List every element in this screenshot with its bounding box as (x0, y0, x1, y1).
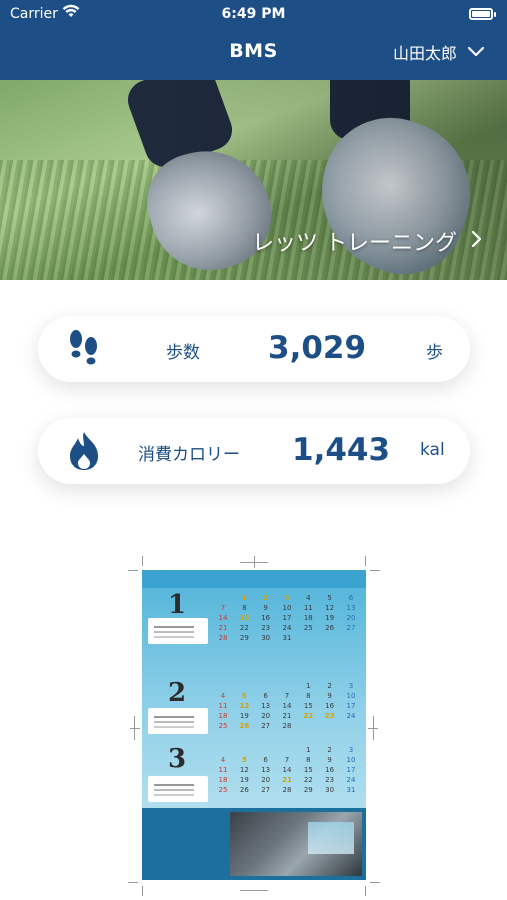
status-bar: Carrier 6:49 PM (0, 0, 507, 28)
chevron-down-icon (467, 46, 485, 58)
calories-unit: kal (420, 440, 445, 460)
chevron-right-icon (471, 229, 483, 254)
poster-header (142, 570, 366, 588)
battery-icon (469, 8, 496, 20)
steps-value: 3,029 (268, 330, 367, 366)
month-number: 3 (168, 744, 187, 774)
user-menu-button[interactable]: 山田太郎 (393, 40, 485, 64)
user-name: 山田太郎 (392, 44, 457, 63)
footprints-icon (66, 328, 102, 374)
calories-label: 消費カロリー (138, 445, 240, 465)
steps-card: 歩数 3,029 歩 (38, 316, 470, 382)
calories-value: 1,443 (292, 432, 391, 468)
steps-label: 歩数 (166, 343, 200, 363)
hero-link-label: レッツ トレーニング (252, 231, 457, 256)
poster-footer (142, 808, 366, 880)
steps-unit: 歩 (426, 343, 443, 363)
month-number: 1 (168, 590, 187, 620)
flame-icon (66, 430, 102, 476)
month-grid: 123456 7 8 9 10 11 12 13 14 15 16 17 18 19 20 21 22 23… (218, 594, 356, 642)
clock: 6:49 PM (221, 6, 286, 22)
top-bar: Carrier 6:49 PM BMS 山田太郎 (0, 0, 507, 80)
month-number: 2 (168, 678, 187, 708)
poster-sheet: 1 123456 7 8 9 10 11 12 13 14 15 16 17 18 19 20 21 22… (142, 570, 366, 880)
training-banner[interactable]: レッツ トレーニング (0, 80, 507, 280)
lets-training-link[interactable]: レッツ トレーニング (252, 225, 483, 257)
calories-card: 消費カロリー 1,443 kal (38, 418, 470, 484)
month-grid: 123 4 5 6 7 8 9 10 11 12 13 14 15 16 17 18 19 20 21 22 23… (218, 746, 356, 794)
month-grid: 123 4 5 6 7 8 9 10 11 12 13 14 15 16 17 18 19 20 21 22 23… (218, 682, 356, 730)
gym-photo (230, 812, 362, 876)
calendar-poster[interactable]: 1 123456 7 8 9 10 11 12 13 14 15 16 17 18 19 20 21 22… (128, 556, 380, 896)
